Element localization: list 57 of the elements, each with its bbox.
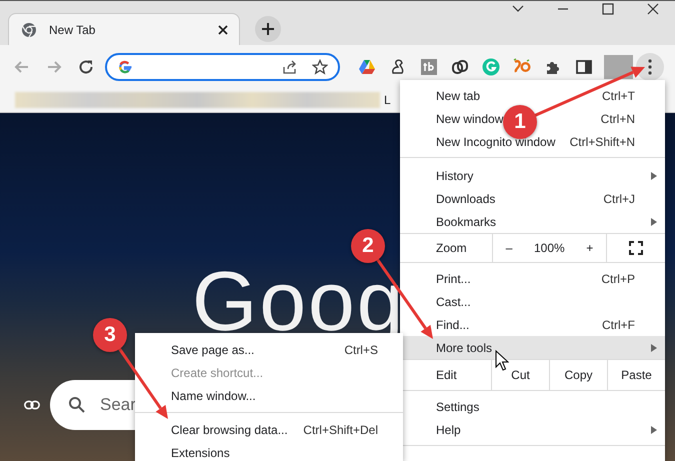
linked-rings-icon[interactable] [451,58,469,76]
shortcut-label: Ctrl+Shift+Del [303,422,378,436]
menu-item[interactable]: New window [436,112,504,126]
menu-item[interactable]: Bookmarks [436,214,496,228]
menu-item[interactable]: Find... [436,318,470,332]
menu-item[interactable]: Cast... [436,294,471,308]
menu-item[interactable]: History [436,168,474,182]
menu-item[interactable]: New tab [436,88,480,102]
search-placeholder: Sear [100,395,136,415]
fullscreen-icon[interactable] [629,241,643,255]
drive-triangle-icon[interactable] [358,58,376,76]
swirl-logo-icon[interactable] [513,58,531,76]
shortcut-label: Ctrl+N [600,112,635,126]
menu-item[interactable]: Save page as... [171,342,254,356]
menu-item[interactable]: Help [436,422,461,436]
close-icon[interactable] [217,24,229,36]
plus-icon [261,22,275,36]
menu-item[interactable]: Name window... [171,388,256,402]
shortcut-label: Ctrl+Shift+N [570,134,635,148]
profile-picture[interactable] [604,54,633,78]
star-icon[interactable] [312,58,328,74]
address-bar[interactable] [105,52,340,80]
highlighted-row[interactable]: More tools [400,336,665,359]
shortcut-label: Ctrl+F [602,318,635,332]
menu-item[interactable]: Extensions [171,446,230,460]
menu-item[interactable]: More tools [436,340,492,354]
shortcut-label: Ctrl+J [603,192,635,206]
new-tab-button[interactable] [255,16,281,42]
tab-title: New Tab [49,22,96,36]
browser-tab[interactable]: New Tab [8,13,240,45]
shortcut-label: Ctrl+T [602,88,635,102]
bookmark-item[interactable]: L [384,93,391,107]
zoom-level: 100% [534,241,565,255]
close-icon[interactable] [646,2,660,16]
square-logo-icon[interactable] [420,58,438,76]
shortcut-label: Ctrl+S [344,342,378,356]
chrome-logo-icon [21,22,37,38]
shortcut-label: Ctrl+P [601,272,635,286]
zoom-out-button[interactable]: – [502,241,516,255]
search-icon [68,396,86,414]
menu-item[interactable]: Print... [436,272,471,286]
google-g-icon [117,58,133,74]
menu-item[interactable]: Downloads [436,192,496,206]
cursor-icon [495,350,509,371]
zoom-label: Zoom [436,241,467,255]
more-vertical-icon [648,58,652,74]
share-icon[interactable] [282,58,298,74]
edit-label: Edit [436,368,457,382]
menu-item[interactable]: Settings [436,400,480,414]
reload-icon[interactable] [77,58,95,76]
edit-action-button[interactable]: Copy [549,360,607,390]
zoom-in-button[interactable]: + [582,241,598,255]
side-panel-icon[interactable] [575,58,593,76]
edit-action-button[interactable]: Paste [607,360,665,390]
menu-item[interactable]: Clear browsing data... [171,422,288,436]
menu-button[interactable] [636,52,664,80]
maximize-icon[interactable] [600,2,614,16]
